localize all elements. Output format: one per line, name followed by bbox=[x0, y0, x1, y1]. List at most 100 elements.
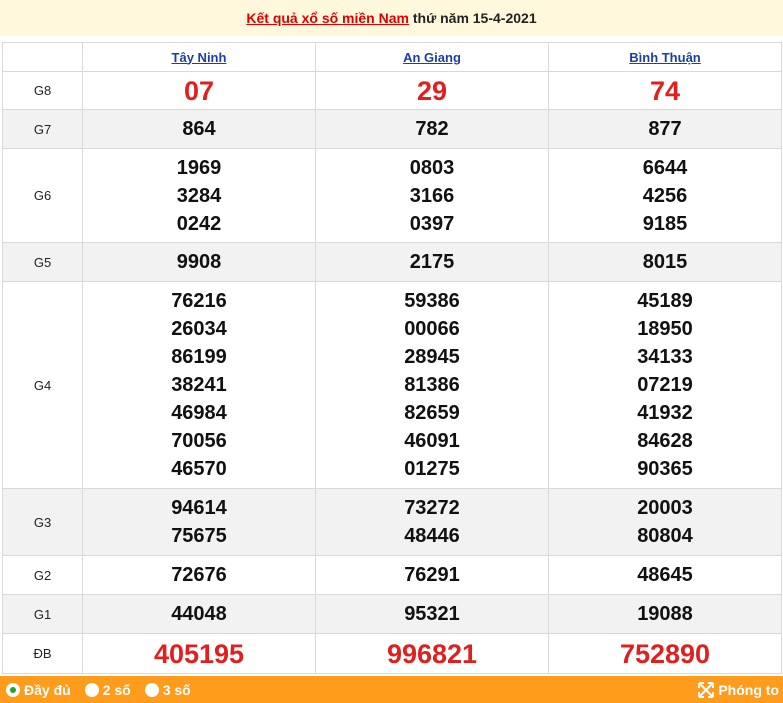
result-number: 9185 bbox=[642, 212, 688, 235]
result-cell: 29 bbox=[315, 71, 549, 110]
result-cell: 8015 bbox=[548, 242, 782, 282]
result-cell: 07 bbox=[82, 71, 316, 110]
result-number: 07219 bbox=[637, 374, 693, 396]
result-number: 752890 bbox=[619, 638, 711, 669]
result-number: 84628 bbox=[637, 430, 693, 452]
result-number: 405195 bbox=[153, 638, 245, 669]
result-cell: 76291 bbox=[315, 555, 549, 595]
result-cell: 94614 75675 bbox=[82, 488, 316, 556]
result-number: 07 bbox=[183, 75, 215, 106]
title-date: thứ năm 15-4-2021 bbox=[408, 10, 537, 26]
result-number: 73272 bbox=[404, 497, 460, 519]
result-cell: 20003 80804 bbox=[548, 488, 782, 556]
result-cell: 76216 26034 86199 38241 46984 70056 46570 bbox=[82, 281, 316, 489]
prize-label: G1 bbox=[2, 594, 83, 634]
option-3-digits[interactable]: 3 số bbox=[144, 682, 191, 698]
result-number: 44048 bbox=[171, 603, 227, 625]
prize-label: G8 bbox=[2, 71, 83, 110]
result-cell: 45189 18950 34133 07219 41932 84628 90365 bbox=[548, 281, 782, 489]
result-number: 90365 bbox=[637, 458, 693, 480]
prize-row: G8 07 29 74 bbox=[2, 71, 782, 110]
result-cell: 782 bbox=[315, 109, 549, 149]
result-number: 2175 bbox=[409, 251, 455, 273]
result-number: 4256 bbox=[642, 184, 688, 207]
prize-row: G5 9908 2175 8015 bbox=[2, 242, 782, 282]
result-number: 80804 bbox=[637, 525, 693, 547]
option-full[interactable]: Đầy đủ bbox=[6, 682, 71, 698]
result-number: 75675 bbox=[171, 525, 227, 547]
result-number: 48645 bbox=[637, 564, 693, 586]
prize-row: G2 72676 76291 48645 bbox=[2, 555, 782, 595]
result-number: 82659 bbox=[404, 402, 460, 424]
result-cell: 95321 bbox=[315, 594, 549, 634]
result-number: 76216 bbox=[171, 290, 227, 312]
result-cell: 48645 bbox=[548, 555, 782, 595]
result-number: 01275 bbox=[404, 458, 460, 480]
result-number: 0397 bbox=[409, 212, 455, 235]
result-cell: 73272 48446 bbox=[315, 488, 549, 556]
result-number: 28945 bbox=[404, 346, 460, 368]
result-cell: 19088 bbox=[548, 594, 782, 634]
prize-row: ĐB 405195 996821 752890 bbox=[2, 633, 782, 674]
result-number: 00066 bbox=[404, 318, 460, 340]
radio-icon bbox=[144, 682, 159, 697]
prize-label: G2 bbox=[2, 555, 83, 595]
radio-icon bbox=[84, 682, 99, 697]
result-number: 94614 bbox=[171, 497, 227, 519]
result-number: 34133 bbox=[637, 346, 693, 368]
radio-checked-icon bbox=[6, 682, 20, 697]
province-link[interactable]: Bình Thuận bbox=[629, 50, 701, 65]
result-number: 46984 bbox=[171, 402, 227, 424]
result-number: 877 bbox=[648, 118, 682, 140]
result-number: 59386 bbox=[404, 290, 460, 312]
prize-label: G6 bbox=[2, 148, 83, 243]
result-number: 6644 bbox=[642, 156, 688, 179]
result-number: 0803 bbox=[409, 156, 455, 179]
option-2-digits[interactable]: 2 số bbox=[84, 682, 131, 698]
result-number: 864 bbox=[182, 118, 216, 140]
result-number: 95321 bbox=[404, 603, 460, 625]
prize-row: G6 1969 3284 0242 0803 3166 0397 6644 4256 9185 bbox=[2, 148, 782, 243]
result-cell: 996821 bbox=[315, 633, 549, 674]
result-number: 29 bbox=[416, 75, 448, 106]
result-cell: 752890 bbox=[548, 633, 782, 674]
title-link[interactable]: Kết quả xổ số miền Nam bbox=[246, 10, 409, 26]
result-number: 782 bbox=[415, 118, 449, 140]
result-number: 46091 bbox=[404, 430, 460, 452]
prize-label: G5 bbox=[2, 242, 83, 282]
prize-row: G4 76216 26034 86199 38241 46984 70056 46570 593… bbox=[2, 281, 782, 489]
result-cell: 877 bbox=[548, 109, 782, 149]
results-table: Tây Ninh An Giang Bình Thuận G8 07 29 74 G7 8… bbox=[2, 42, 782, 674]
result-number: 18950 bbox=[637, 318, 693, 340]
result-number: 20003 bbox=[637, 497, 693, 519]
result-cell: 864 bbox=[82, 109, 316, 149]
result-number: 38241 bbox=[171, 374, 227, 396]
prize-label: G3 bbox=[2, 488, 83, 556]
result-cell: 405195 bbox=[82, 633, 316, 674]
result-cell: 72676 bbox=[82, 555, 316, 595]
result-number: 26034 bbox=[171, 318, 227, 340]
prize-label: ĐB bbox=[2, 633, 83, 674]
footer-bar: Đầy đủ 2 số 3 số Phóng to bbox=[0, 676, 783, 703]
result-number: 9908 bbox=[176, 251, 222, 273]
prize-row: G3 94614 75675 73272 48446 20003 80804 bbox=[2, 488, 782, 556]
prize-label: G4 bbox=[2, 281, 83, 489]
result-number: 3166 bbox=[409, 184, 455, 207]
zoom-button[interactable]: Phóng to bbox=[698, 681, 779, 698]
province-link[interactable]: Tây Ninh bbox=[172, 50, 227, 65]
result-number: 76291 bbox=[404, 564, 460, 586]
result-cell: 9908 bbox=[82, 242, 316, 282]
result-number: 48446 bbox=[404, 525, 460, 547]
corner-cell bbox=[2, 42, 83, 72]
province-header-row: Tây Ninh An Giang Bình Thuận bbox=[2, 42, 782, 72]
result-number: 81386 bbox=[404, 374, 460, 396]
province-link[interactable]: An Giang bbox=[403, 50, 461, 65]
result-number: 70056 bbox=[171, 430, 227, 452]
result-number: 3284 bbox=[176, 184, 222, 207]
result-number: 41932 bbox=[637, 402, 693, 424]
expand-icon bbox=[698, 681, 715, 698]
prize-label: G7 bbox=[2, 109, 83, 149]
prize-row: G1 44048 95321 19088 bbox=[2, 594, 782, 634]
prize-row: G7 864 782 877 bbox=[2, 109, 782, 149]
result-cell: 0803 3166 0397 bbox=[315, 148, 549, 243]
